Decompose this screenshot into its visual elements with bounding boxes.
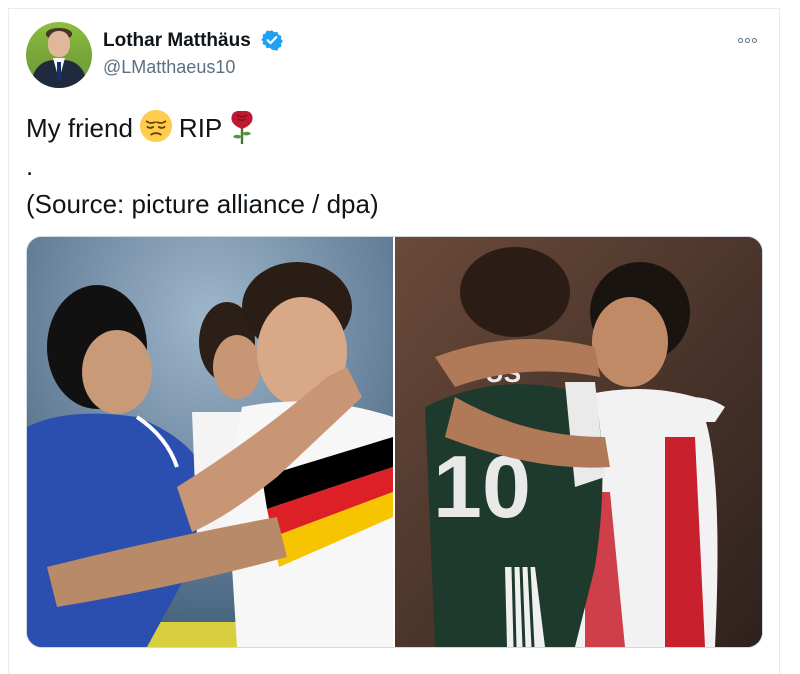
tweet-text-rip: RIP	[178, 113, 223, 143]
tweet-text-my-friend: My friend	[26, 113, 133, 143]
tweet-text-line-1: My friend RIP	[26, 109, 256, 145]
tweet-media: 10 US	[26, 236, 763, 648]
avatar-tie	[57, 62, 61, 80]
author-name[interactable]: Lothar Matthäus	[103, 30, 251, 52]
more-options-icon[interactable]	[734, 30, 760, 50]
tweet-text-line-2: .	[26, 151, 34, 181]
photo-football-players-embrace-1990[interactable]	[27, 237, 393, 647]
photo-football-players-hug[interactable]: 10 US	[395, 237, 762, 647]
avatar-face	[48, 31, 70, 57]
wilted-rose-icon	[228, 109, 256, 145]
author-handle[interactable]: @LMatthaeus10	[103, 57, 235, 78]
author-avatar[interactable]	[26, 22, 92, 88]
verified-badge-icon	[261, 29, 283, 51]
pensive-face-icon	[139, 109, 173, 143]
tweet-text-source: (Source: picture alliance / dpa)	[26, 189, 379, 219]
